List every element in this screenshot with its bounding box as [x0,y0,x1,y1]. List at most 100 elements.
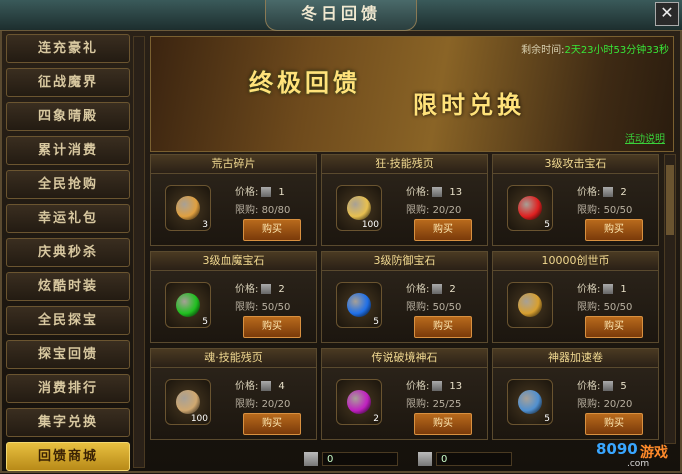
currency-icon [304,452,318,466]
item-art [347,196,371,220]
watermark-logo: 8090 [596,440,638,458]
item-name: 魂·技能残页 [151,349,316,368]
sidebar-item[interactable]: 集字兑换 [6,408,130,437]
limit-label: 限购: [577,205,601,216]
sidebar-item[interactable]: 连充豪礼 [6,34,130,63]
buy-button[interactable]: 购买 [414,413,472,435]
shop-item-card: 10000创世币 价格: 1 限购: 50/50 购买 [492,251,659,343]
price-label: 价格: [235,284,259,295]
buy-button[interactable]: 购买 [585,219,643,241]
currency-value-1: 0 [322,452,398,466]
item-count: 2 [373,414,379,424]
limit-value: 25/25 [432,399,462,410]
close-button[interactable]: ✕ [655,2,679,26]
gem-icon [432,187,443,197]
item-icon[interactable]: 5 [165,282,211,328]
sidebar-item[interactable]: 全民探宝 [6,306,130,335]
gem-icon [603,381,614,391]
item-art [518,196,542,220]
item-count: 5 [373,317,379,327]
item-icon[interactable]: 5 [336,282,382,328]
limit-value: 50/50 [603,205,633,216]
buy-button[interactable]: 购买 [243,316,301,338]
item-name: 3级防御宝石 [322,252,487,271]
limit-row: 限购: 50/50 [577,201,632,216]
sidebar-item[interactable]: 累计消费 [6,136,130,165]
limit-row: 限购: 50/50 [406,298,461,313]
sidebar-item[interactable]: 征战魔界 [6,68,130,97]
buy-button[interactable]: 购买 [414,219,472,241]
item-icon[interactable]: 5 [507,379,553,425]
sidebar-item[interactable]: 探宝回馈 [6,340,130,369]
help-link[interactable]: 活动说明 [625,130,665,145]
item-icon[interactable]: 5 [507,185,553,231]
item-icon[interactable]: 2 [336,379,382,425]
item-icon[interactable]: 3 [165,185,211,231]
item-name: 荒古碎片 [151,155,316,174]
limit-row: 限购: 25/25 [406,395,461,410]
item-icon[interactable] [507,282,553,328]
item-count: 5 [544,414,550,424]
limit-row: 限购: 50/50 [577,298,632,313]
price-value: 5 [620,381,627,392]
sidebar-item[interactable]: 四象晴殿 [6,102,130,131]
price-row: 价格: 13 [406,377,462,392]
timer-label: 剩余时间 [521,45,562,56]
banner-headline: 终极回馈 [249,68,361,97]
price-row: 价格: 4 [235,377,285,392]
price-value: 13 [449,381,463,392]
item-icon[interactable]: 100 [165,379,211,425]
gem-icon [432,381,443,391]
limit-value: 20/20 [603,399,633,410]
item-name: 传说破境神石 [322,349,487,368]
item-art [176,293,200,317]
limit-row: 限购: 50/50 [235,298,290,313]
limit-value: 50/50 [432,302,462,313]
sidebar-item[interactable]: 全民抢购 [6,170,130,199]
price-label: 价格: [406,187,430,198]
item-name: 狂·技能残页 [322,155,487,174]
price-row: 价格: 2 [577,183,627,198]
price-row: 价格: 1 [235,183,285,198]
limit-row: 限购: 20/20 [235,395,290,410]
sidebar-item[interactable]: 幸运礼包 [6,204,130,233]
sidebar-item[interactable]: 炫酷时装 [6,272,130,301]
item-count: 5 [202,317,208,327]
shop-scrollbar[interactable] [664,154,676,444]
item-art [176,196,200,220]
limit-label: 限购: [406,205,430,216]
sidebar-item[interactable]: 庆典秒杀 [6,238,130,267]
limit-value: 20/20 [261,399,291,410]
buy-button[interactable]: 购买 [414,316,472,338]
item-icon[interactable]: 100 [336,185,382,231]
shop-item-card: 荒古碎片 3 价格: 1 限购: 80/80 购买 [150,154,317,246]
item-art [347,390,371,414]
price-value: 2 [278,284,285,295]
event-banner: 终极回馈 限时兑换 剩余时间:2天23小时53分钟33秒 活动说明 [150,36,674,152]
buy-button[interactable]: 购买 [243,413,301,435]
price-value: 1 [278,187,285,198]
item-art [518,390,542,414]
currency-icon [418,452,432,466]
shop-item-card: 3级血魔宝石 5 价格: 2 限购: 50/50 购买 [150,251,317,343]
currency-footer: 0 0 [290,450,550,470]
price-row: 价格: 2 [235,280,285,295]
price-value: 2 [449,284,456,295]
buy-button[interactable]: 购买 [585,413,643,435]
buy-button[interactable]: 购买 [243,219,301,241]
watermark-url: .com [627,459,650,469]
price-row: 价格: 2 [406,280,456,295]
scrollbar-thumb[interactable] [666,165,674,235]
shop-item-card: 魂·技能残页 100 价格: 4 限购: 20/20 购买 [150,348,317,440]
sidebar-item[interactable]: 回馈商城 [6,442,130,471]
price-value: 13 [449,187,463,198]
shop-item-card: 传说破境神石 2 价格: 13 限购: 25/25 购买 [321,348,488,440]
buy-button[interactable]: 购买 [585,316,643,338]
limit-label: 限购: [235,205,259,216]
sidebar-item[interactable]: 消费排行 [6,374,130,403]
gem-icon [603,284,614,294]
item-name: 10000创世币 [493,252,658,271]
item-name: 3级攻击宝石 [493,155,658,174]
sidebar-scrollbar[interactable] [133,36,145,468]
countdown-timer: 剩余时间:2天23小时53分钟33秒 [521,45,669,56]
